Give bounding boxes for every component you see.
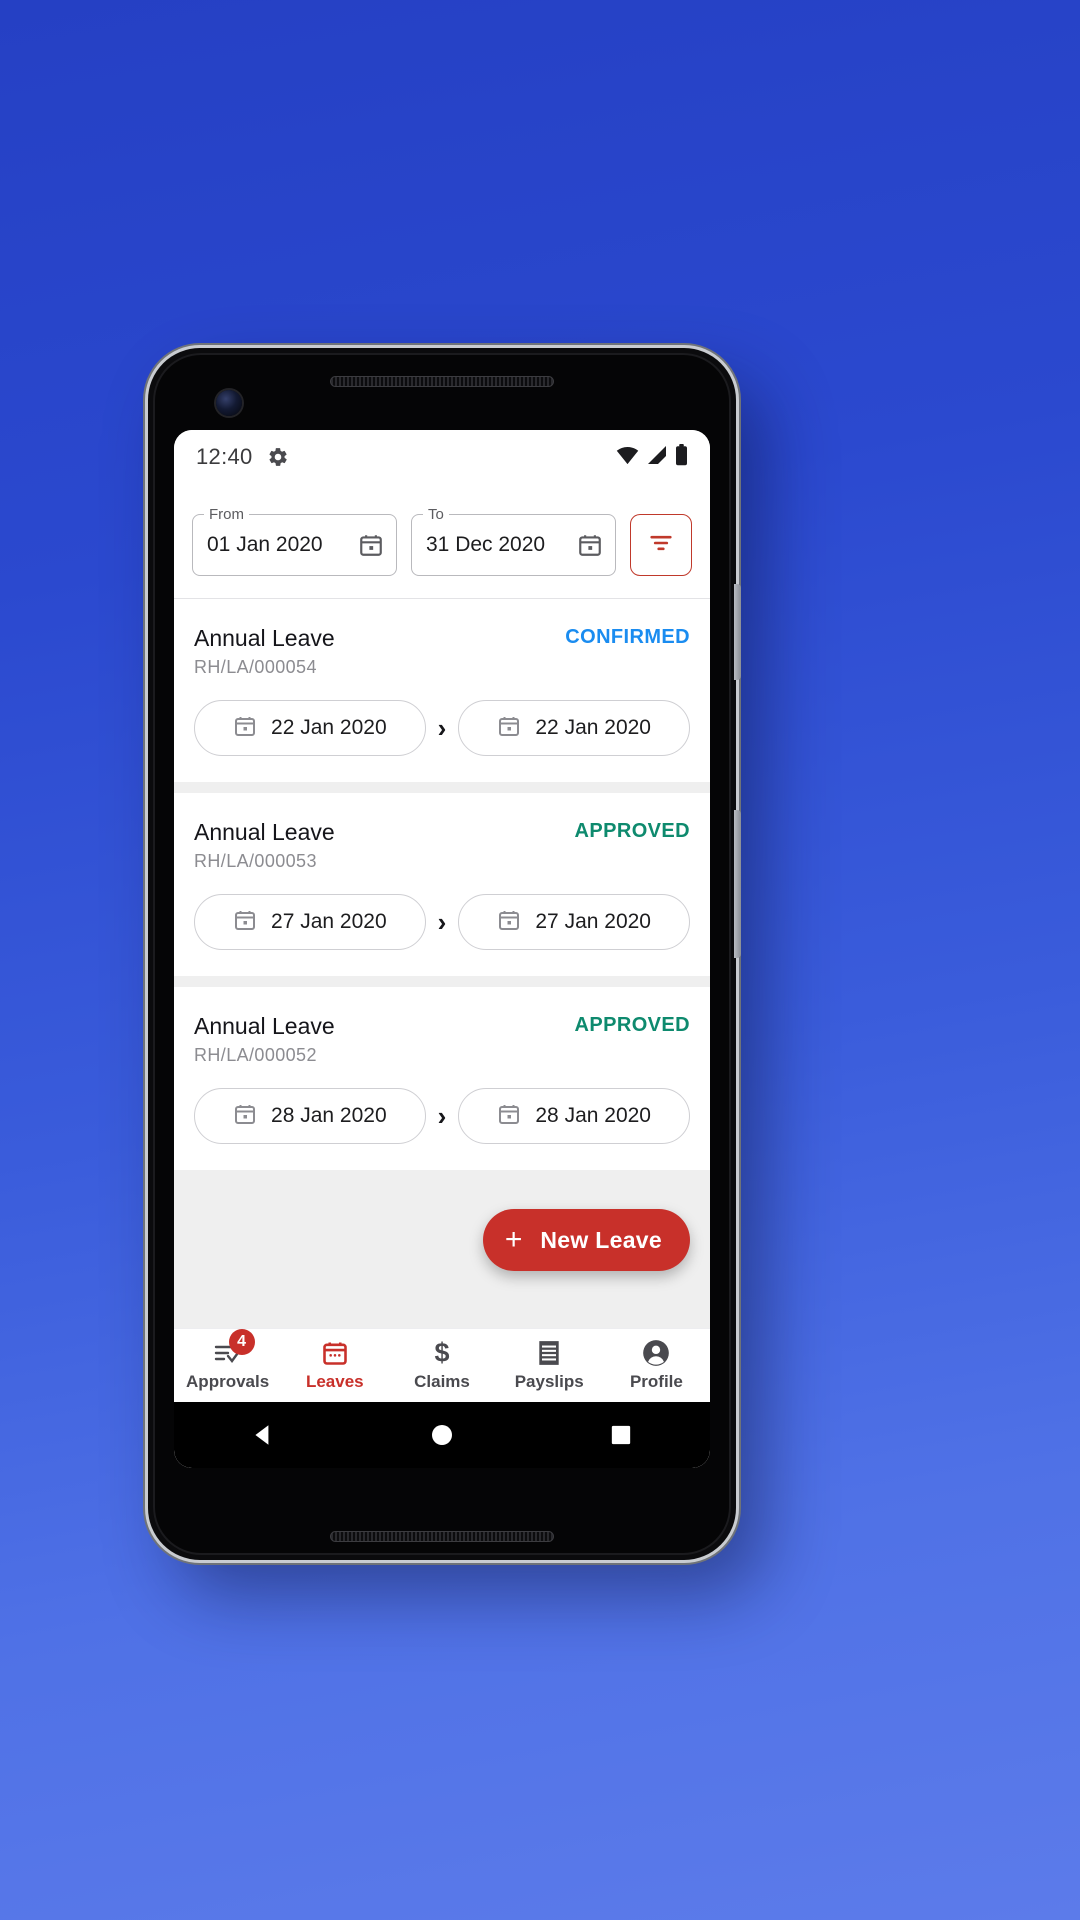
status-badge: CONFIRMED bbox=[565, 626, 690, 648]
from-date-label: From bbox=[204, 505, 249, 525]
phone-screen: 12:40 From 01 Jan 2020 To 31 Dec 2020 An… bbox=[174, 430, 710, 1468]
leave-reference: RH/LA/000054 bbox=[194, 657, 317, 677]
status-badge: APPROVED bbox=[574, 1014, 690, 1036]
receipt-icon bbox=[536, 1339, 562, 1367]
chevron-right-icon: › bbox=[437, 1101, 447, 1131]
person-circle-icon bbox=[642, 1339, 670, 1367]
nav-label-claims: Claims bbox=[414, 1372, 470, 1391]
leave-start-date-chip[interactable]: 27 Jan 2020 bbox=[194, 894, 426, 950]
leave-card-header: Annual Leave RH/LA/000052 APPROVED bbox=[194, 1011, 690, 1066]
leave-end-date-chip[interactable]: 27 Jan 2020 bbox=[458, 894, 691, 950]
status-bar-clock: 12:40 bbox=[196, 444, 253, 469]
filter-icon bbox=[647, 529, 675, 562]
leave-date-range: 28 Jan 2020 › 28 Jan 2020 bbox=[194, 1088, 691, 1144]
phone-device: 12:40 From 01 Jan 2020 To 31 Dec 2020 An… bbox=[148, 348, 741, 1560]
volume-button[interactable] bbox=[734, 810, 741, 958]
power-button[interactable] bbox=[734, 584, 741, 680]
calendar-icon[interactable] bbox=[358, 532, 384, 558]
recents-square-icon[interactable] bbox=[586, 1424, 656, 1446]
back-triangle-icon[interactable] bbox=[228, 1422, 298, 1448]
date-filter-bar: From 01 Jan 2020 To 31 Dec 2020 bbox=[174, 484, 710, 599]
nav-label-profile: Profile bbox=[629, 1372, 683, 1391]
leave-end-date: 28 Jan 2020 bbox=[535, 1104, 651, 1127]
new-leave-button[interactable]: + New Leave bbox=[482, 1209, 690, 1271]
background: 12:40 From 01 Jan 2020 To 31 Dec 2020 An… bbox=[0, 0, 1080, 1920]
chevron-right-icon: › bbox=[437, 713, 447, 743]
table-row[interactable]: Annual Leave RH/LA/000054 CONFIRMED 22 J… bbox=[174, 599, 710, 782]
cellular-signal-icon bbox=[646, 445, 668, 470]
nav-item-payslips[interactable]: Payslips bbox=[496, 1339, 603, 1392]
leave-start-date: 28 Jan 2020 bbox=[271, 1104, 387, 1127]
battery-icon bbox=[675, 443, 688, 471]
table-row[interactable]: Annual Leave RH/LA/000053 APPROVED 27 Ja… bbox=[174, 793, 710, 976]
leave-type: Annual Leave bbox=[194, 625, 335, 651]
leave-start-date-chip[interactable]: 28 Jan 2020 bbox=[194, 1088, 426, 1144]
leave-end-date: 22 Jan 2020 bbox=[535, 716, 651, 739]
leave-date-range: 22 Jan 2020 › 22 Jan 2020 bbox=[194, 700, 691, 756]
nav-label-approvals: Approvals bbox=[186, 1372, 270, 1391]
app-content: From 01 Jan 2020 To 31 Dec 2020 Annual L… bbox=[174, 484, 710, 1468]
leave-card-titles: Annual Leave RH/LA/000054 bbox=[194, 623, 335, 678]
calendar-icon bbox=[233, 908, 257, 937]
wifi-icon bbox=[616, 445, 639, 470]
calendar-icon bbox=[497, 714, 521, 743]
bottom-navigation: 4 Approvals Leaves $ Claims Payslips Pro… bbox=[174, 1328, 710, 1402]
nav-item-approvals[interactable]: 4 Approvals bbox=[174, 1329, 281, 1392]
calendar-icon bbox=[497, 908, 521, 937]
from-date-field[interactable]: From 01 Jan 2020 bbox=[192, 505, 397, 576]
plus-icon: + bbox=[504, 1223, 523, 1256]
filter-button[interactable] bbox=[630, 514, 692, 576]
status-bar-icons bbox=[616, 443, 688, 471]
leave-start-date: 22 Jan 2020 bbox=[271, 716, 387, 739]
new-leave-button-label: New Leave bbox=[540, 1226, 662, 1253]
leave-end-date-chip[interactable]: 28 Jan 2020 bbox=[458, 1088, 691, 1144]
leave-reference: RH/LA/000052 bbox=[194, 1045, 317, 1065]
calendar-icon bbox=[497, 1102, 521, 1131]
calendar-icon bbox=[233, 714, 257, 743]
gear-icon bbox=[267, 446, 289, 468]
leave-end-date-chip[interactable]: 22 Jan 2020 bbox=[458, 700, 691, 756]
leave-date-range: 27 Jan 2020 › 27 Jan 2020 bbox=[194, 894, 691, 950]
chevron-right-icon: › bbox=[437, 907, 447, 937]
leave-card-titles: Annual Leave RH/LA/000052 bbox=[194, 1011, 335, 1066]
leave-start-date: 27 Jan 2020 bbox=[271, 910, 387, 933]
bottom-speaker bbox=[330, 1531, 554, 1542]
nav-item-leaves[interactable]: Leaves bbox=[281, 1339, 388, 1392]
calendar-icon[interactable] bbox=[577, 532, 603, 558]
to-date-label: To bbox=[423, 505, 449, 525]
status-badge: APPROVED bbox=[574, 820, 690, 842]
fab-area: + New Leave bbox=[174, 1181, 710, 1291]
table-row[interactable]: Annual Leave RH/LA/000052 APPROVED 28 Ja… bbox=[174, 987, 710, 1170]
nav-label-leaves: Leaves bbox=[305, 1372, 364, 1391]
nav-label-payslips: Payslips bbox=[514, 1372, 584, 1391]
home-circle-icon[interactable] bbox=[407, 1423, 477, 1447]
to-date-field[interactable]: To 31 Dec 2020 bbox=[411, 505, 616, 576]
approvals-badge: 4 bbox=[228, 1329, 255, 1355]
leave-type: Annual Leave bbox=[194, 819, 335, 845]
leave-card-titles: Annual Leave RH/LA/000053 bbox=[194, 817, 335, 872]
approvals-checklist-icon: 4 bbox=[213, 1329, 255, 1367]
nav-item-profile[interactable]: Profile bbox=[603, 1339, 710, 1392]
svg-text:$: $ bbox=[435, 1339, 450, 1367]
nav-item-claims[interactable]: $ Claims bbox=[388, 1339, 495, 1392]
leave-list[interactable]: Annual Leave RH/LA/000054 CONFIRMED 22 J… bbox=[174, 599, 710, 1328]
leave-reference: RH/LA/000053 bbox=[194, 851, 317, 871]
dollar-icon: $ bbox=[429, 1339, 455, 1367]
android-system-nav bbox=[174, 1402, 710, 1468]
leave-type: Annual Leave bbox=[194, 1013, 335, 1039]
leave-card-header: Annual Leave RH/LA/000053 APPROVED bbox=[194, 817, 690, 872]
calendar-icon bbox=[321, 1339, 349, 1367]
to-date-value: 31 Dec 2020 bbox=[426, 533, 546, 556]
leave-card-header: Annual Leave RH/LA/000054 CONFIRMED bbox=[194, 623, 690, 678]
leave-end-date: 27 Jan 2020 bbox=[535, 910, 651, 933]
front-camera bbox=[216, 390, 242, 416]
from-date-value: 01 Jan 2020 bbox=[207, 533, 323, 556]
status-bar: 12:40 bbox=[174, 430, 710, 484]
leave-start-date-chip[interactable]: 22 Jan 2020 bbox=[194, 700, 426, 756]
earpiece-speaker bbox=[330, 376, 554, 387]
calendar-icon bbox=[233, 1102, 257, 1131]
